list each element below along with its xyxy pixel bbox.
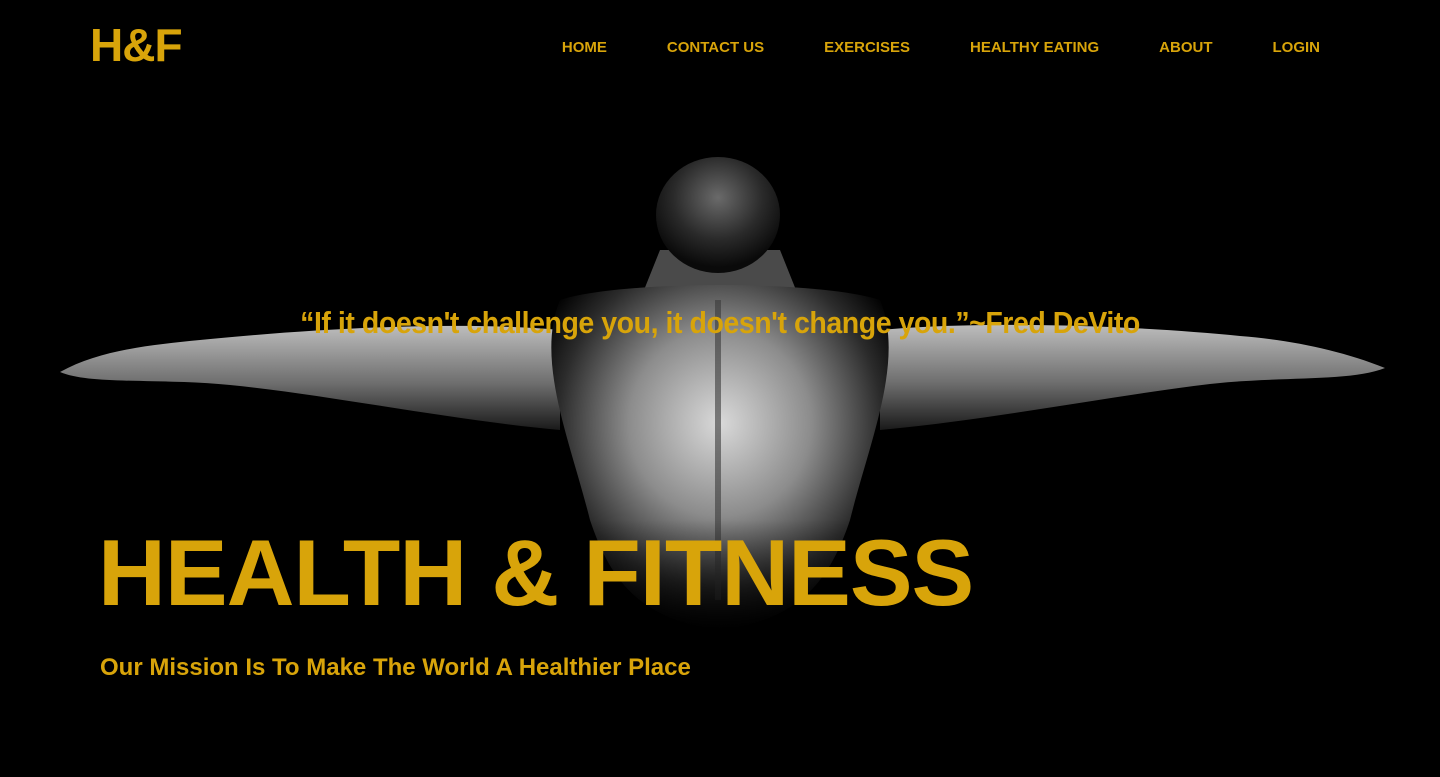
nav-healthy-eating-link[interactable]: HEALTHY EATING: [970, 38, 1099, 58]
page: H&F HOME CONTACT US EXERCISES HEALTHY EA…: [0, 0, 1440, 777]
site-logo[interactable]: H&F: [90, 22, 183, 68]
main-nav: HOME CONTACT US EXERCISES HEALTHY EATING…: [502, 38, 1320, 58]
nav-home-link[interactable]: HOME: [562, 38, 607, 58]
nav-exercises-link[interactable]: EXERCISES: [824, 38, 910, 58]
hero-quote: “If it doesn't challenge you, it doesn't…: [300, 305, 1140, 340]
nav-contact-us-link[interactable]: CONTACT US: [667, 38, 764, 58]
hero-title: HEALTH & FITNESS: [98, 520, 974, 625]
hero-subtitle: Our Mission Is To Make The World A Healt…: [100, 654, 691, 681]
nav-login-link[interactable]: LOGIN: [1273, 38, 1321, 58]
nav-about-link[interactable]: ABOUT: [1159, 38, 1212, 58]
